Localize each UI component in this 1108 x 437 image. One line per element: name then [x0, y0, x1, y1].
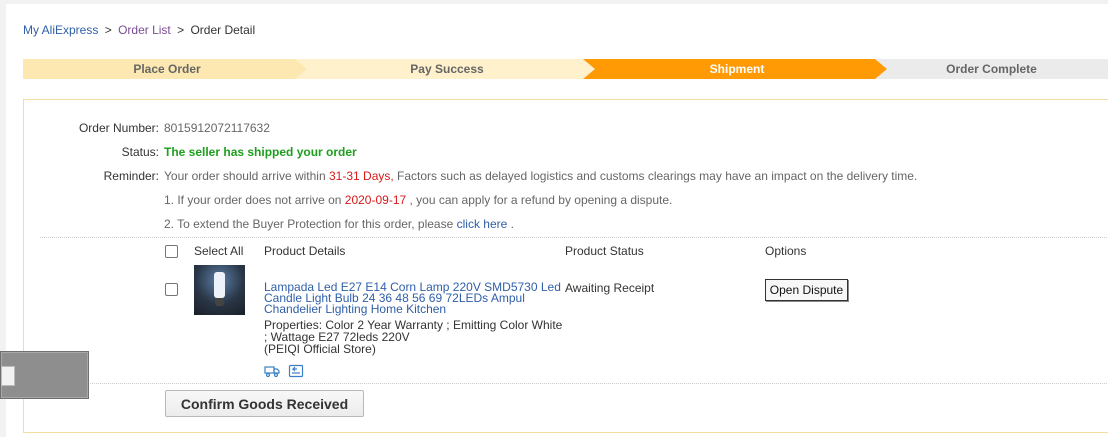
reminder-pre: Your order should arrive within	[164, 169, 326, 183]
progress-steps: Place Order Pay Success Shipment Order C…	[23, 59, 1108, 79]
breadcrumb-order-list[interactable]: Order List	[118, 23, 171, 37]
reminder-days: 31-31 Days,	[329, 169, 394, 183]
refund-note-post: , you can apply for a refund by opening …	[409, 193, 673, 207]
breadcrumb-current: Order Detail	[190, 23, 256, 37]
protection-note-pre: 2. To extend the Buyer Protection for th…	[164, 217, 454, 231]
step-place-order: Place Order	[23, 59, 311, 79]
product-properties: Properties: Color 2 Year Warranty ; Emit…	[264, 318, 563, 344]
order-number-value: 8015912072117632	[164, 121, 270, 135]
shipping-truck-icon[interactable]	[264, 364, 280, 378]
breadcrumb-separator: >	[104, 23, 112, 37]
bulb-base-image	[215, 298, 224, 306]
open-dispute-button[interactable]: Open Dispute	[765, 279, 848, 301]
reminder-text: Your order should arrive within 31-31 Da…	[164, 169, 917, 183]
floating-window-inner	[1, 366, 15, 386]
select-all-label: Select All	[194, 244, 244, 258]
order-detail-panel: Order Number: 8015912072117632 Status: T…	[23, 99, 1108, 433]
breadcrumb-my-aliexpress[interactable]: My AliExpress	[23, 23, 98, 37]
refund-date: 2020-09-17	[344, 193, 407, 207]
product-status-header: Product Status	[565, 244, 644, 258]
protection-note-post: .	[510, 217, 515, 231]
step-shipment: Shipment	[583, 59, 891, 79]
step-order-complete: Order Complete	[875, 59, 1108, 79]
bulb-image	[214, 272, 225, 298]
product-store: (PEIQI Official Store)	[264, 342, 376, 356]
breadcrumb: My AliExpress > Order List > Order Detai…	[23, 23, 255, 37]
product-checkbox[interactable]	[165, 283, 178, 296]
refund-note-pre: 1. If your order does not arrive on	[164, 193, 342, 207]
product-details-header: Product Details	[264, 244, 346, 258]
confirm-goods-received-button[interactable]: Confirm Goods Received	[165, 390, 364, 417]
select-all-checkbox[interactable]	[165, 245, 178, 258]
product-title-link[interactable]: Lampada Led E27 E14 Corn Lamp 220V SMD57…	[264, 281, 564, 315]
reminder-label: Reminder:	[103, 169, 159, 183]
snapshot-icon[interactable]	[288, 364, 304, 378]
page: My AliExpress > Order List > Order Detai…	[6, 4, 1108, 437]
step-pay-success: Pay Success	[295, 59, 599, 79]
status-value: The seller has shipped your order	[164, 145, 357, 159]
product-status-value: Awaiting Receipt	[565, 281, 655, 295]
options-header: Options	[765, 244, 807, 258]
floating-window-fragment[interactable]	[0, 351, 89, 399]
reminder-post: Factors such as delayed logistics and cu…	[397, 169, 918, 183]
order-number-label: Order Number:	[78, 121, 159, 135]
product-thumbnail[interactable]	[194, 265, 245, 315]
breadcrumb-separator: >	[177, 23, 185, 37]
divider	[40, 383, 1108, 384]
divider	[40, 237, 1108, 238]
click-here-link[interactable]: click here	[457, 217, 508, 231]
status-label: Status:	[121, 145, 159, 159]
